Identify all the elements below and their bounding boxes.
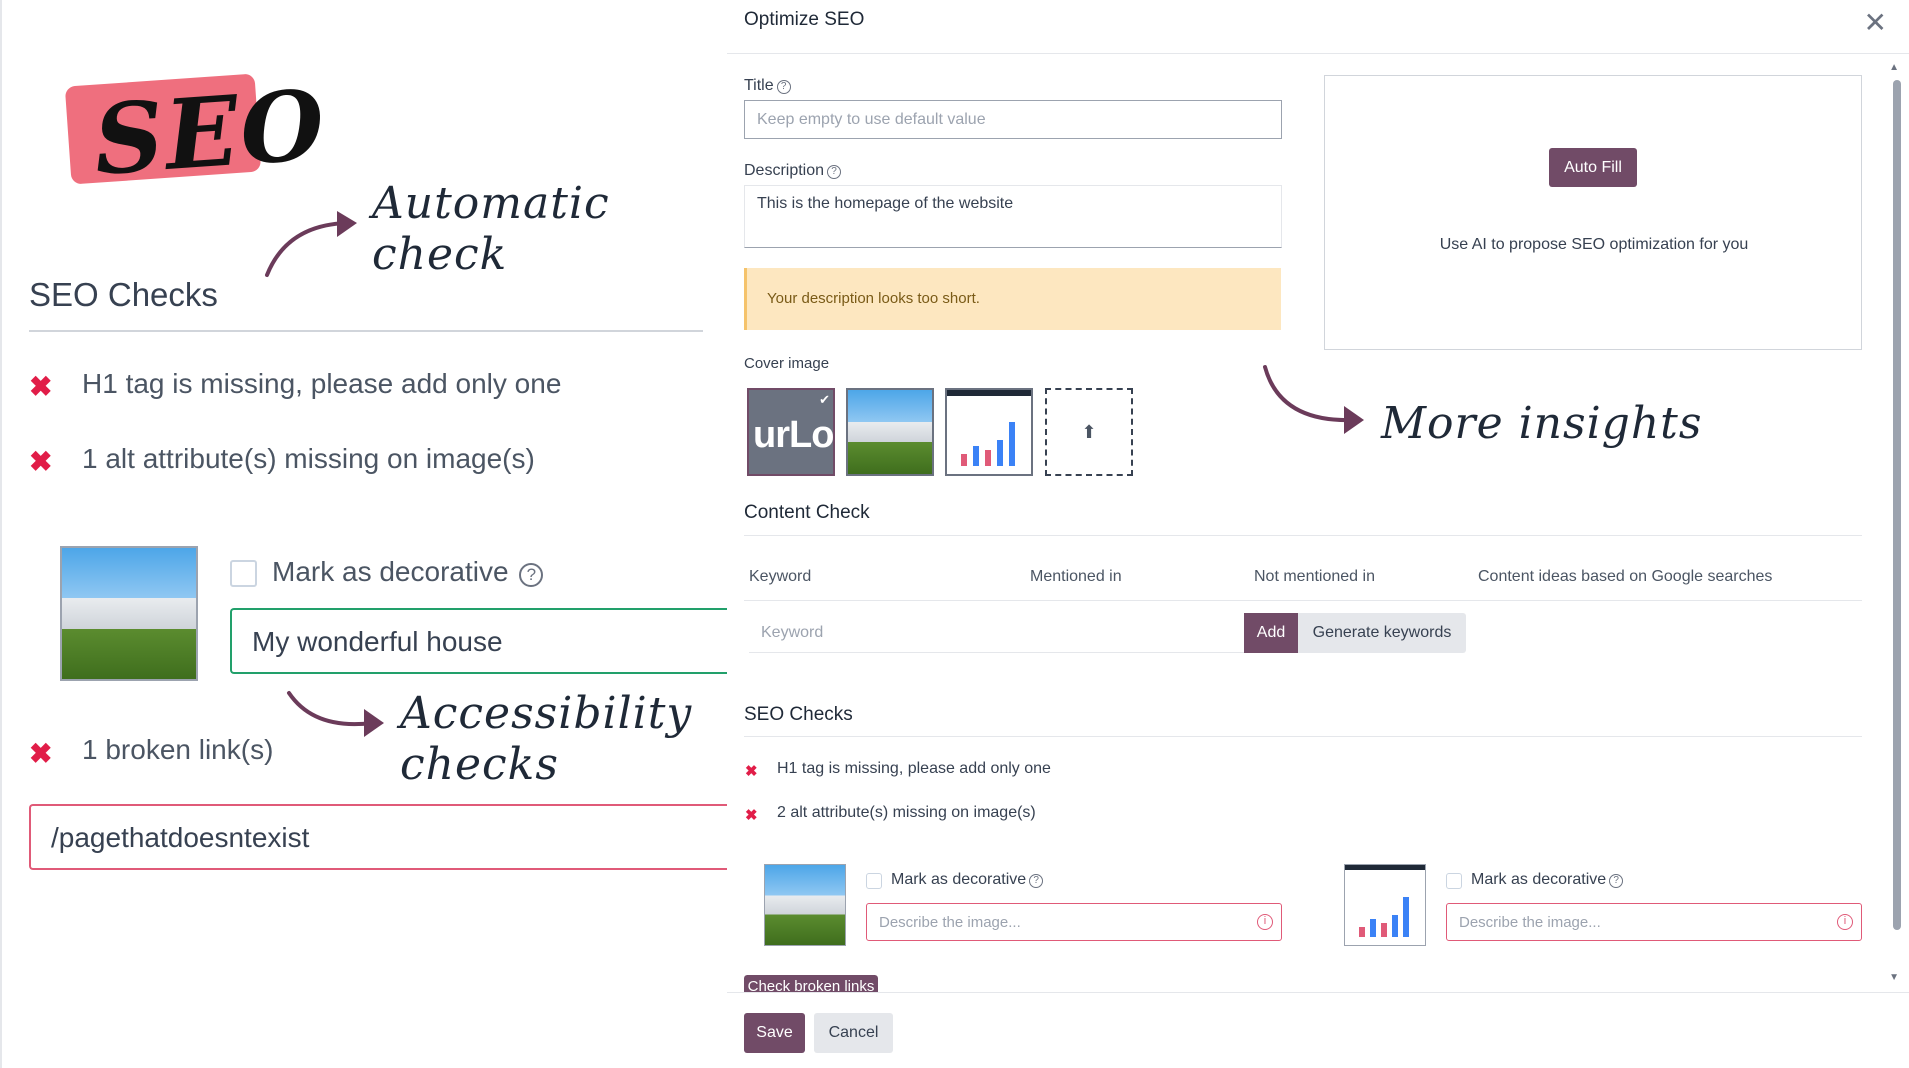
- left-check-alt: 1 alt attribute(s) missing on image(s): [82, 443, 535, 474]
- error-x-icon: ✖: [29, 738, 53, 769]
- cancel-button[interactable]: Cancel: [814, 1013, 893, 1053]
- mark-decorative-label: Mark as decorative ?: [272, 556, 544, 588]
- alt-text-input[interactable]: My wonderful house: [230, 608, 729, 674]
- help-icon: ?: [1609, 874, 1624, 888]
- check-broken-links-button-wrap: Check broken links: [744, 975, 878, 993]
- missing-alt-chart-thumbnail: [1344, 864, 1426, 946]
- cover-image-label: Cover image: [744, 355, 830, 372]
- error-x-icon: ✖: [29, 371, 53, 402]
- describe-image-input[interactable]: Describe the image...: [1446, 903, 1862, 941]
- cover-house-option[interactable]: [846, 388, 934, 476]
- cover-logo-option[interactable]: urLo ✔: [747, 388, 835, 476]
- broken-links-label: 1 broken link(s): [82, 734, 274, 765]
- scroll-down-icon[interactable]: ▼: [1889, 972, 1899, 983]
- col-content-ideas: Content ideas based on Google searches: [1478, 568, 1773, 585]
- help-icon: ?: [519, 563, 544, 587]
- automatic-check-arrow: [265, 211, 357, 277]
- left-seo-checks-title: SEO Checks: [29, 276, 218, 313]
- cover-chart-option[interactable]: [945, 388, 1033, 476]
- modal-header-divider: [727, 53, 1909, 54]
- add-keyword-button[interactable]: Add: [1244, 613, 1298, 653]
- seo-check-h1: H1 tag is missing, please add only one: [777, 760, 1051, 777]
- title-label: Title?: [744, 77, 791, 95]
- content-check-title: Content Check: [744, 502, 870, 523]
- help-icon: ?: [776, 80, 791, 94]
- description-textarea[interactable]: This is the homepage of the website: [744, 185, 1282, 248]
- help-icon: ?: [827, 165, 842, 179]
- auto-fill-button[interactable]: Auto Fill: [1549, 148, 1637, 187]
- upload-icon[interactable]: ⬆: [1045, 388, 1133, 476]
- info-icon: i: [1257, 914, 1273, 930]
- help-icon: ?: [1029, 874, 1044, 888]
- col-keyword: Keyword: [749, 568, 812, 585]
- more-insights-arrow: [1263, 365, 1364, 434]
- seo-logo-text: SEO: [90, 68, 330, 197]
- footer-divider: [727, 992, 1909, 993]
- title-input[interactable]: Keep empty to use default value: [744, 100, 1282, 139]
- logo-text: urLo: [753, 414, 834, 456]
- callout-accessibility-checks: Accessibility checks: [400, 688, 693, 790]
- description-label: Description?: [744, 162, 842, 180]
- mark-decorative-checkbox[interactable]: [1446, 873, 1462, 889]
- scrollbar-thumb[interactable]: [1893, 80, 1901, 930]
- info-icon: i: [1837, 914, 1853, 930]
- seo-checks-divider: [744, 736, 1862, 737]
- mark-decorative-checkbox[interactable]: [230, 560, 257, 587]
- missing-alt-house-thumbnail: [764, 864, 846, 946]
- callout-automatic-check: Automatic check: [372, 178, 610, 280]
- optimize-seo-modal: Optimize SEO ✕ Title? Keep empty to use …: [727, 0, 1909, 1068]
- col-not-mentioned-in: Not mentioned in: [1254, 568, 1375, 585]
- error-x-icon: ✖: [745, 807, 758, 824]
- description-warning: Your description looks too short.: [744, 268, 1281, 330]
- broken-link-input[interactable]: /pagethatdoesntexist: [29, 804, 729, 870]
- describe-image-input[interactable]: Describe the image...: [866, 903, 1282, 941]
- generate-keywords-button[interactable]: Generate keywords: [1298, 613, 1466, 653]
- keyword-input[interactable]: Keyword: [749, 613, 1244, 653]
- accessibility-arrow: [287, 691, 384, 737]
- col-mentioned-in: Mentioned in: [1030, 568, 1122, 585]
- ai-panel: Auto Fill Use AI to propose SEO optimiza…: [1324, 75, 1862, 350]
- mark-decorative-label: Mark as decorative?: [1471, 871, 1624, 889]
- content-check-divider: [744, 535, 1862, 536]
- callout-more-insights: More insights: [1381, 398, 1703, 449]
- error-x-icon: ✖: [29, 446, 53, 477]
- check-icon: ✔: [819, 392, 830, 407]
- left-divider: [29, 330, 703, 332]
- left-zoom-panel: SEO Automatic check SEO Checks ✖ H1 tag …: [0, 0, 729, 1068]
- table-header-divider: [744, 600, 1862, 601]
- close-icon[interactable]: ✕: [1864, 6, 1887, 39]
- mark-decorative-label: Mark as decorative?: [891, 871, 1044, 889]
- error-x-icon: ✖: [745, 763, 758, 780]
- house-thumbnail: [60, 546, 198, 681]
- save-button[interactable]: Save: [744, 1013, 805, 1053]
- scroll-up-icon[interactable]: ▲: [1889, 62, 1899, 73]
- check-broken-links-button[interactable]: Check broken links: [744, 975, 878, 993]
- seo-check-alt: 2 alt attribute(s) missing on image(s): [777, 804, 1036, 821]
- modal-title: Optimize SEO: [744, 9, 865, 30]
- seo-checks-title: SEO Checks: [744, 704, 853, 725]
- ai-panel-text: Use AI to propose SEO optimization for y…: [1439, 236, 1749, 253]
- left-check-h1: H1 tag is missing, please add only one: [82, 368, 562, 399]
- mark-decorative-checkbox[interactable]: [866, 873, 882, 889]
